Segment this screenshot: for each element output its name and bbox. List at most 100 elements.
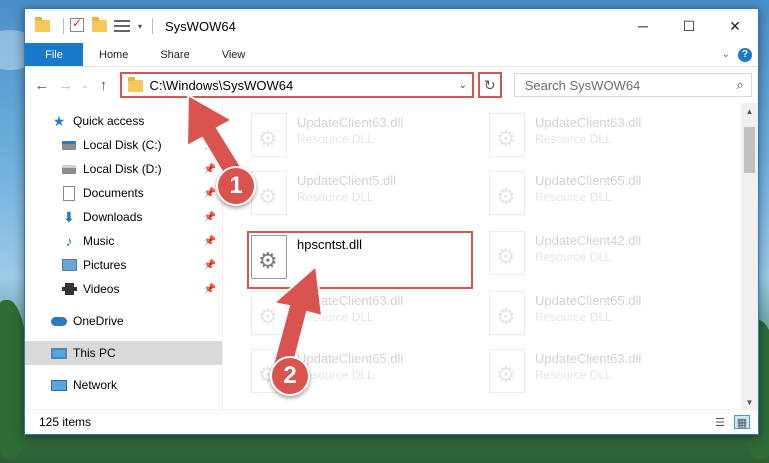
scroll-up-icon[interactable]: ▲ xyxy=(741,103,758,120)
nav-item-onedrive[interactable]: OneDrive xyxy=(25,309,222,333)
title-bar: ▾ SysWOW64 ─ ☐ ✕ xyxy=(25,9,758,43)
file-item[interactable]: UpdateClient42.dll Resource DLL xyxy=(485,227,705,285)
nav-item-label: This PC xyxy=(73,346,116,360)
nav-item-this-pc[interactable]: This PC xyxy=(25,341,222,365)
window-title: SysWOW64 xyxy=(165,18,236,34)
nav-item-videos[interactable]: Videos 📌 xyxy=(25,277,222,301)
videos-icon xyxy=(61,281,77,297)
navigation-pane: ★ Quick access Local Disk (C:) 📌 Local D… xyxy=(25,103,223,411)
highlight-box xyxy=(247,231,473,289)
file-description: Resource DLL xyxy=(535,250,612,264)
dll-file-icon xyxy=(251,171,287,215)
minimize-button[interactable]: ─ xyxy=(620,9,666,43)
file-description: Resource DLL xyxy=(535,190,612,204)
file-description: Resource DLL xyxy=(297,190,374,204)
tab-share[interactable]: Share xyxy=(144,43,205,66)
view-buttons: ☰ ▦ xyxy=(712,415,758,429)
file-description: Resource DLL xyxy=(297,310,374,324)
pin-icon[interactable]: 📌 xyxy=(204,260,216,271)
scroll-thumb[interactable] xyxy=(744,127,755,173)
dll-file-icon xyxy=(489,349,525,393)
tab-home[interactable]: Home xyxy=(83,43,144,66)
nav-item-label: Videos xyxy=(83,282,120,296)
file-name: UpdateClient65.dll xyxy=(297,351,404,366)
file-item[interactable]: UpdateClient65.dll Resource DLL xyxy=(485,167,705,225)
search-input[interactable]: Search SysWOW64 xyxy=(525,78,729,93)
pin-icon[interactable]: 📌 xyxy=(204,164,216,175)
computer-icon xyxy=(51,345,67,361)
search-icon[interactable]: ⌕ xyxy=(729,77,751,93)
up-button[interactable]: ↑ xyxy=(93,73,115,97)
nav-item-local-disk-c[interactable]: Local Disk (C:) 📌 xyxy=(25,133,222,157)
new-folder-icon[interactable] xyxy=(92,17,108,34)
file-item[interactable]: UpdateClient65.dll Resource DLL xyxy=(485,287,705,345)
ribbon-right: ⌄ ? xyxy=(722,43,758,66)
folder-icon xyxy=(35,17,51,34)
pin-icon[interactable]: 📌 xyxy=(204,284,216,295)
step-2-callout: 2 xyxy=(270,356,310,396)
divider xyxy=(63,18,64,34)
address-row: ← → ⌄ ↑ C:\Windows\SysWOW64 ⌄ ↻ Search S… xyxy=(25,67,758,103)
pin-icon[interactable]: 📌 xyxy=(204,212,216,223)
close-button[interactable]: ✕ xyxy=(712,9,758,43)
nav-item-documents[interactable]: Documents 📌 xyxy=(25,181,222,205)
ribbon-tabs: File Home Share View ⌄ ? xyxy=(25,43,758,67)
tab-file[interactable]: File xyxy=(25,43,83,66)
tiles-view-icon[interactable]: ▦ xyxy=(734,415,750,429)
file-item[interactable]: UpdateClient5.dll Resource DLL xyxy=(247,167,467,225)
drive-icon xyxy=(61,161,77,177)
properties-icon[interactable] xyxy=(114,18,130,34)
pin-icon[interactable]: 📌 xyxy=(204,188,216,199)
dll-file-icon xyxy=(251,113,287,157)
folder-icon xyxy=(128,77,144,92)
file-name: UpdateClient63.dll xyxy=(297,293,404,308)
dll-file-icon xyxy=(489,171,525,215)
nav-item-network[interactable]: Network xyxy=(25,373,222,397)
pin-icon[interactable]: 📌 xyxy=(204,236,216,247)
nav-item-label: Local Disk (D:) xyxy=(83,162,162,176)
dll-file-icon xyxy=(489,231,525,275)
quick-access-dropdown-icon[interactable]: ▾ xyxy=(138,22,142,31)
maximize-button[interactable]: ☐ xyxy=(666,9,712,43)
help-icon[interactable]: ? xyxy=(738,47,752,62)
nav-item-pictures[interactable]: Pictures 📌 xyxy=(25,253,222,277)
pin-icon[interactable]: 📌 xyxy=(204,140,216,151)
nav-item-label: Network xyxy=(73,378,118,392)
properties-check-icon[interactable] xyxy=(70,16,86,34)
explorer-window: ▾ SysWOW64 ─ ☐ ✕ File Home Share View ⌄ … xyxy=(24,8,759,435)
nav-item-label: Music xyxy=(83,234,115,248)
search-box[interactable]: Search SysWOW64 ⌕ xyxy=(513,73,753,97)
dll-file-icon xyxy=(489,291,525,335)
file-item[interactable]: UpdateClient63.dll Resource DLL xyxy=(247,287,467,345)
window-controls: ─ ☐ ✕ xyxy=(620,9,758,43)
file-item[interactable]: UpdateClient63.dll Resource DLL xyxy=(247,109,467,167)
address-path[interactable]: C:\Windows\SysWOW64 xyxy=(149,78,453,93)
chevron-down-icon[interactable]: ⌄ xyxy=(722,49,730,60)
status-bar: 125 items ☰ ▦ xyxy=(25,409,758,434)
network-icon xyxy=(51,377,67,393)
details-view-icon[interactable]: ☰ xyxy=(712,415,728,429)
item-count: 125 items xyxy=(39,415,92,429)
nav-item-downloads[interactable]: ⬇ Downloads 📌 xyxy=(25,205,222,229)
nav-item-quick-access[interactable]: ★ Quick access xyxy=(25,109,222,133)
recent-locations-chevron-icon[interactable]: ⌄ xyxy=(79,81,91,90)
address-dropdown-icon[interactable]: ⌄ xyxy=(454,80,472,91)
tab-view[interactable]: View xyxy=(206,43,262,66)
file-item[interactable]: UpdateClient63.dll Resource DLL xyxy=(485,345,705,403)
file-item[interactable]: UpdateClient63.dll Resource DLL xyxy=(485,109,705,167)
vertical-scrollbar[interactable]: ▲ ▼ xyxy=(741,103,758,411)
file-description: Resource DLL xyxy=(297,132,374,146)
nav-item-music[interactable]: ♪ Music 📌 xyxy=(25,229,222,253)
nav-item-label: Quick access xyxy=(73,114,145,128)
step-1-callout: 1 xyxy=(216,166,256,206)
forward-button[interactable]: → xyxy=(55,73,77,97)
file-name: UpdateClient42.dll xyxy=(535,233,642,248)
address-bar[interactable]: C:\Windows\SysWOW64 ⌄ xyxy=(120,72,474,98)
refresh-button[interactable]: ↻ xyxy=(477,72,502,98)
nav-item-local-disk-d[interactable]: Local Disk (D:) 📌 xyxy=(25,157,222,181)
cloud-icon xyxy=(51,313,67,329)
back-button[interactable]: ← xyxy=(31,73,53,97)
file-description: Resource DLL xyxy=(535,310,612,324)
